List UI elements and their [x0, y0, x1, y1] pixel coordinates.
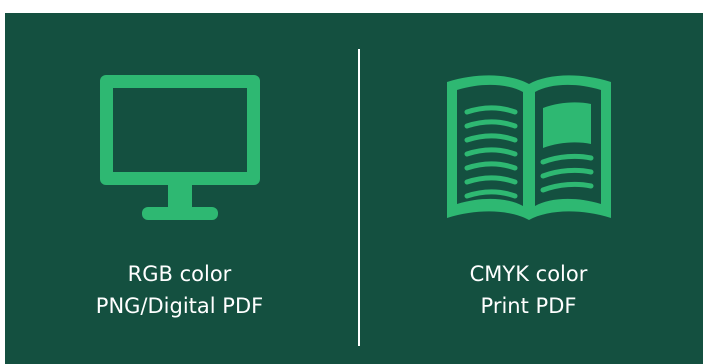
color-mode-card: RGB color PNG/Digital PDF CMYK color Pri…	[5, 13, 703, 364]
cmyk-panel: CMYK color Print PDF	[354, 13, 703, 364]
rgb-panel: RGB color PNG/Digital PDF	[5, 13, 354, 364]
rgb-caption-line2: PNG/Digital PDF	[95, 294, 264, 318]
rgb-caption: RGB color PNG/Digital PDF	[5, 258, 354, 322]
monitor-icon-wrap	[90, 70, 270, 224]
cmyk-caption-line1: CMYK color	[469, 262, 588, 286]
open-book-icon	[446, 75, 611, 220]
monitor-icon	[99, 75, 260, 220]
rgb-caption-line1: RGB color	[127, 262, 232, 286]
cmyk-caption: CMYK color Print PDF	[354, 258, 703, 322]
book-icon-wrap	[439, 70, 619, 224]
cmyk-caption-line2: Print PDF	[480, 294, 577, 318]
